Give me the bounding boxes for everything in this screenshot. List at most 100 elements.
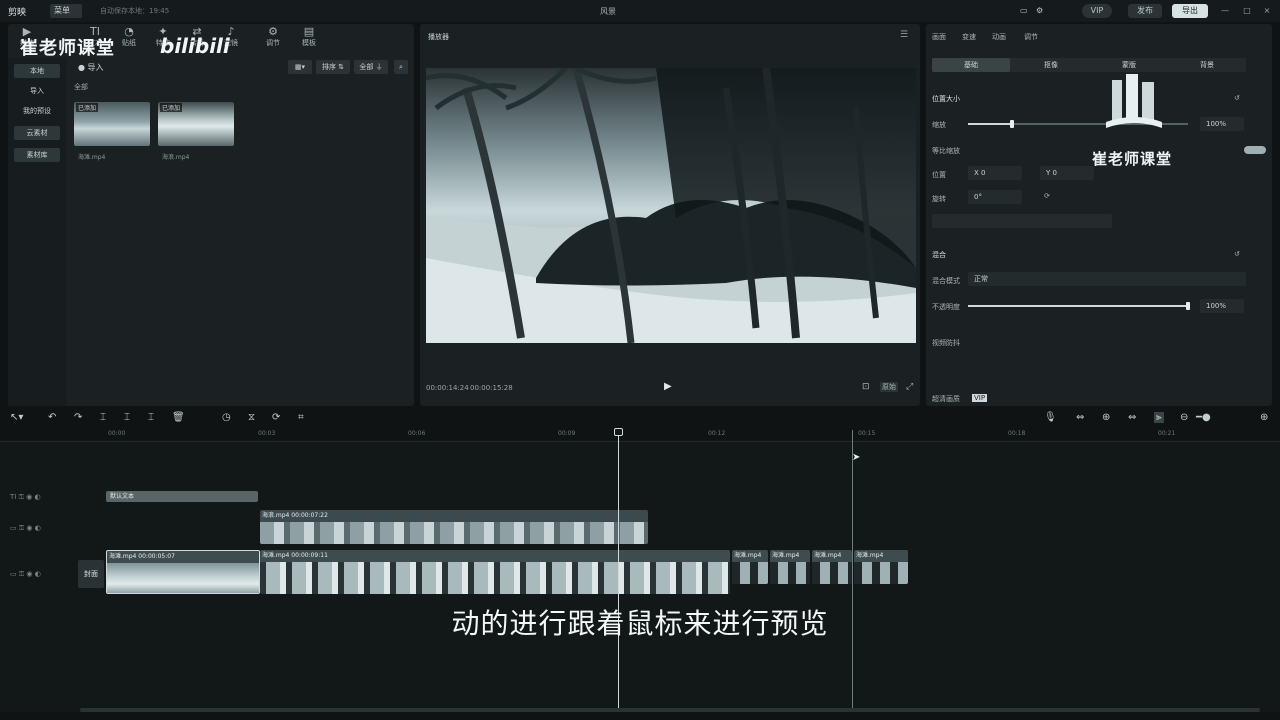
search-icon[interactable]: ⌕ (394, 60, 408, 74)
subtab-basic[interactable]: 基础 (932, 58, 1010, 72)
overlay-track-controls[interactable]: ▭ ⚿ ◉ ◐ (10, 524, 41, 533)
text-clip[interactable]: 默认文本 (106, 491, 258, 502)
scale-slider-knob[interactable] (1010, 120, 1014, 128)
freeze-icon[interactable]: ◷ (222, 412, 231, 423)
maximize-icon[interactable]: □ (1242, 4, 1252, 18)
sidebar-item-local[interactable]: 本地 (14, 64, 60, 78)
timeline-scrollbar[interactable] (80, 708, 1260, 712)
subtab-cutout[interactable]: 抠像 (1012, 58, 1090, 72)
view-toggle-button[interactable]: ▦▾ (288, 60, 312, 74)
scale-input[interactable]: 100% (1200, 117, 1244, 131)
rotate-reset-icon[interactable]: ⟳ (1044, 192, 1050, 200)
main-clip-6[interactable]: 海滩.mp4 (854, 550, 908, 584)
rotate-input[interactable]: 0° (968, 190, 1022, 204)
anti-shake-label[interactable]: 视频防抖 (932, 338, 960, 348)
overlay-clip[interactable]: 海浪.mp4 00:00:07:22 (260, 510, 648, 544)
player-menu-icon[interactable]: ☰ (900, 30, 908, 40)
import-button[interactable]: ● 导入 (78, 62, 104, 73)
undo-icon[interactable]: ↶ (48, 412, 56, 423)
layout-icon[interactable]: ▭ (1020, 4, 1028, 18)
zoom-out-icon[interactable]: ⊖ (1180, 412, 1188, 423)
tab-template[interactable]: ▤ 模板 (294, 26, 324, 48)
rotate-icon[interactable]: ⟳ (272, 412, 280, 423)
settings-icon[interactable]: ⚙ (1036, 4, 1043, 18)
sort-button[interactable]: 排序 ⇅ (316, 60, 350, 74)
delete-icon[interactable]: 🗑 (172, 412, 185, 423)
share-button[interactable]: 发布 (1128, 4, 1162, 18)
play-button[interactable]: ▶ (664, 381, 672, 392)
opacity-input[interactable]: 100% (1200, 299, 1244, 313)
media-thumb-waves[interactable]: 已添加 (158, 102, 234, 146)
time-ruler[interactable]: 00:00 00:03 00:06 00:09 00:12 00:15 00:1… (0, 428, 1280, 442)
main-clip-4[interactable]: 海滩.mp4 (770, 550, 810, 584)
media-name: 海滩.mp4 (78, 154, 106, 161)
filmstrip (770, 562, 810, 584)
preview-axis-icon[interactable]: ⊕ (1102, 412, 1110, 423)
palm-scene-image (426, 68, 916, 343)
cover-button[interactable]: 封面 (78, 560, 104, 588)
fit-icon[interactable]: ⊡ (862, 382, 870, 392)
close-icon[interactable]: × (1262, 4, 1272, 18)
split-right-icon[interactable]: ⌶ (148, 412, 154, 423)
subtab-background[interactable]: 背景 (1168, 58, 1246, 72)
export-button[interactable]: 导出 (1172, 4, 1208, 18)
current-time: 00:00:14:24 (426, 384, 469, 392)
tab-picture[interactable]: 画面 (932, 32, 946, 42)
vip-button[interactable]: VIP (1082, 4, 1112, 18)
reset-icon[interactable]: ↺ (1234, 94, 1240, 102)
media-thumb-beach[interactable]: 已添加 (74, 102, 150, 146)
redo-icon[interactable]: ↷ (74, 412, 82, 423)
video-preview[interactable] (426, 68, 916, 343)
main-clip-2[interactable]: 海滩.mp4 00:00:09:11 (260, 550, 730, 594)
split-left-icon[interactable]: ⌶ (124, 412, 130, 423)
uniform-scale-label: 等比缩放 (932, 147, 960, 155)
menu-button[interactable]: 菜单 (50, 4, 82, 18)
playhead-handle[interactable] (614, 428, 623, 436)
scale-label: 缩放 (932, 121, 946, 129)
zoom-in-icon[interactable]: ⊕ (1260, 412, 1268, 423)
opacity-slider-knob[interactable] (1186, 302, 1190, 310)
sidebar-item-import[interactable]: 导入 (14, 84, 60, 98)
adjust-icon: ⚙ (268, 25, 278, 38)
split-icon[interactable]: ⌶ (100, 412, 106, 423)
app-logo: 剪映 (8, 8, 27, 18)
subtab-mask[interactable]: 蒙版 (1090, 58, 1168, 72)
crop-icon[interactable]: ⌗ (298, 412, 304, 423)
sidebar-item-presets[interactable]: 我的预设 (14, 104, 60, 118)
main-clip-1[interactable]: 海滩.mp4 00:00:05:07 (106, 550, 260, 594)
super-res-label[interactable]: 超清画质 (932, 394, 960, 404)
tab-speed[interactable]: 变速 (962, 32, 976, 42)
ratio-button[interactable]: 原始 (880, 382, 898, 392)
clip-caption: 海滩.mp4 (856, 552, 884, 559)
microphone-icon[interactable]: 🎙 (1044, 412, 1057, 423)
sidebar-item-library[interactable]: 素材库 (14, 148, 60, 162)
main-track-controls[interactable]: ▭ ⚿ ◉ ◐ (10, 570, 41, 579)
zoom-slider[interactable]: ━● (1196, 412, 1236, 423)
blend-reset-icon[interactable]: ↺ (1234, 250, 1240, 258)
minimize-icon[interactable]: — (1220, 4, 1230, 18)
tab-sticker[interactable]: ◔ 贴纸 (114, 26, 144, 48)
link-icon[interactable]: ⇔ (1128, 412, 1136, 423)
snap-icon[interactable]: ⫸ (1154, 412, 1164, 423)
select-tool-icon[interactable]: ↖▾ (10, 412, 23, 423)
tab-adjust-props[interactable]: 调节 (1024, 32, 1038, 42)
text-track-controls[interactable]: TI ⚿ ◉ ◐ (10, 493, 41, 502)
link-main-icon[interactable]: ⇔ (1076, 412, 1084, 423)
ruler-label: 00:21 (1158, 430, 1176, 437)
tab-adjust[interactable]: ⚙ 调节 (258, 26, 288, 48)
mirror-icon[interactable]: ⧖ (248, 412, 255, 423)
fullscreen-icon[interactable]: ⤢ (906, 382, 913, 392)
position-y-input[interactable]: Y 0 (1040, 166, 1094, 180)
filter-all-button[interactable]: 全部 ⏚ (354, 60, 388, 74)
align-toolbar[interactable] (932, 214, 1112, 228)
sidebar-item-cloud[interactable]: 云素材 (14, 126, 60, 140)
tab-animation[interactable]: 动画 (992, 32, 1006, 42)
main-clip-5[interactable]: 海滩.mp4 (812, 550, 852, 584)
opacity-slider[interactable] (968, 302, 1190, 310)
filmstrip (812, 562, 852, 584)
uniform-scale-toggle[interactable] (1244, 146, 1266, 154)
position-x-input[interactable]: X 0 (968, 166, 1022, 180)
main-clip-3[interactable]: 海滩.mp4 (732, 550, 768, 584)
clip-caption: 海滩.mp4 (814, 552, 842, 559)
blend-mode-select[interactable]: 正常 (968, 272, 1246, 286)
